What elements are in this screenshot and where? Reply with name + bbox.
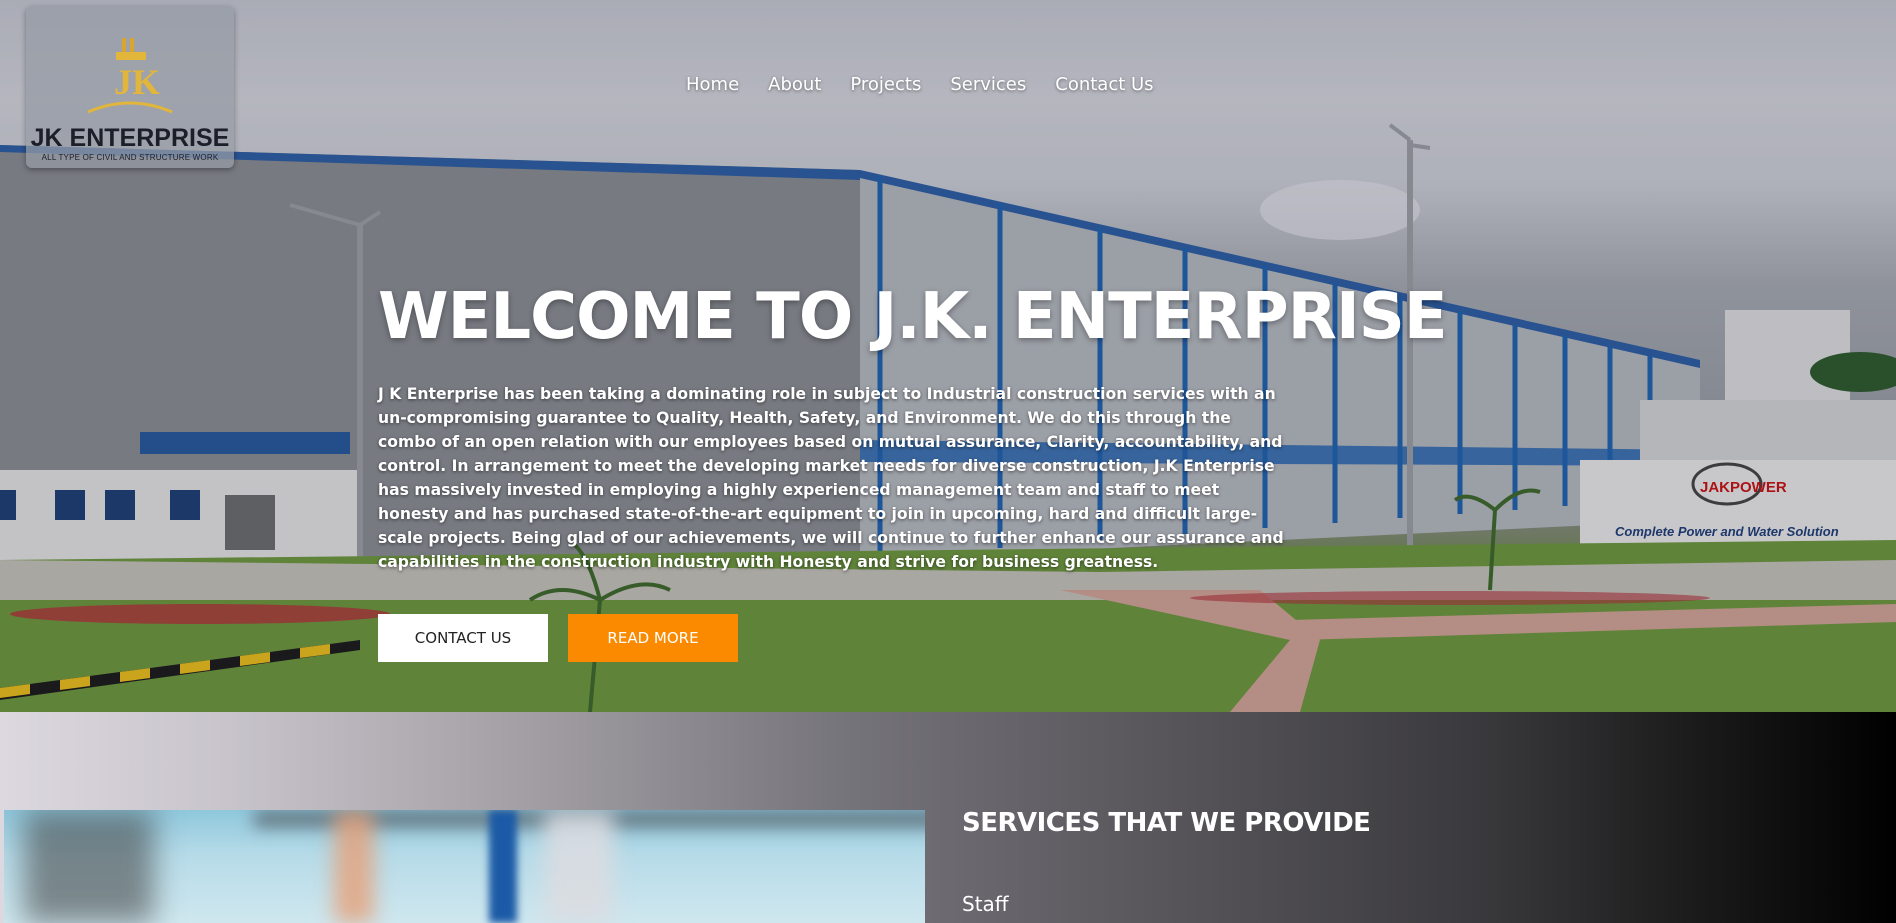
main-navigation: Home About Projects Services Contact Us — [686, 74, 1183, 95]
nav-home[interactable]: Home — [686, 74, 739, 95]
jk-logo-icon: JK — [87, 38, 173, 114]
nav-projects[interactable]: Projects — [850, 74, 921, 95]
brand-name: JK ENTERPRISE — [30, 124, 230, 152]
hero-banner: JAKPOWER Complete Power and Water Soluti… — [0, 0, 1896, 712]
nav-about[interactable]: About — [768, 74, 821, 95]
hero-description: J K Enterprise has been taking a dominat… — [378, 385, 1284, 571]
services-title: SERVICES THAT WE PROVIDE — [962, 808, 1371, 838]
service-item-staff[interactable]: Staff — [962, 892, 1009, 916]
nav-contact-us[interactable]: Contact Us — [1055, 74, 1153, 95]
nav-services[interactable]: Services — [950, 74, 1026, 95]
contact-us-button[interactable]: CONTACT US — [378, 614, 548, 662]
site-logo[interactable]: JK JK ENTERPRISE ALL TYPE OF CIVIL AND S… — [26, 6, 234, 168]
read-more-button[interactable]: READ MORE — [568, 614, 738, 662]
services-image — [4, 810, 925, 923]
services-section: SERVICES THAT WE PROVIDE Staff — [0, 712, 1896, 923]
hero-overlay — [0, 0, 1896, 712]
brand-tagline: ALL TYPE OF CIVIL AND STRUCTURE WORK — [41, 153, 219, 162]
logo-letters: JK — [114, 62, 160, 102]
hero-title: WELCOME TO J.K. ENTERPRISE — [378, 280, 1448, 354]
